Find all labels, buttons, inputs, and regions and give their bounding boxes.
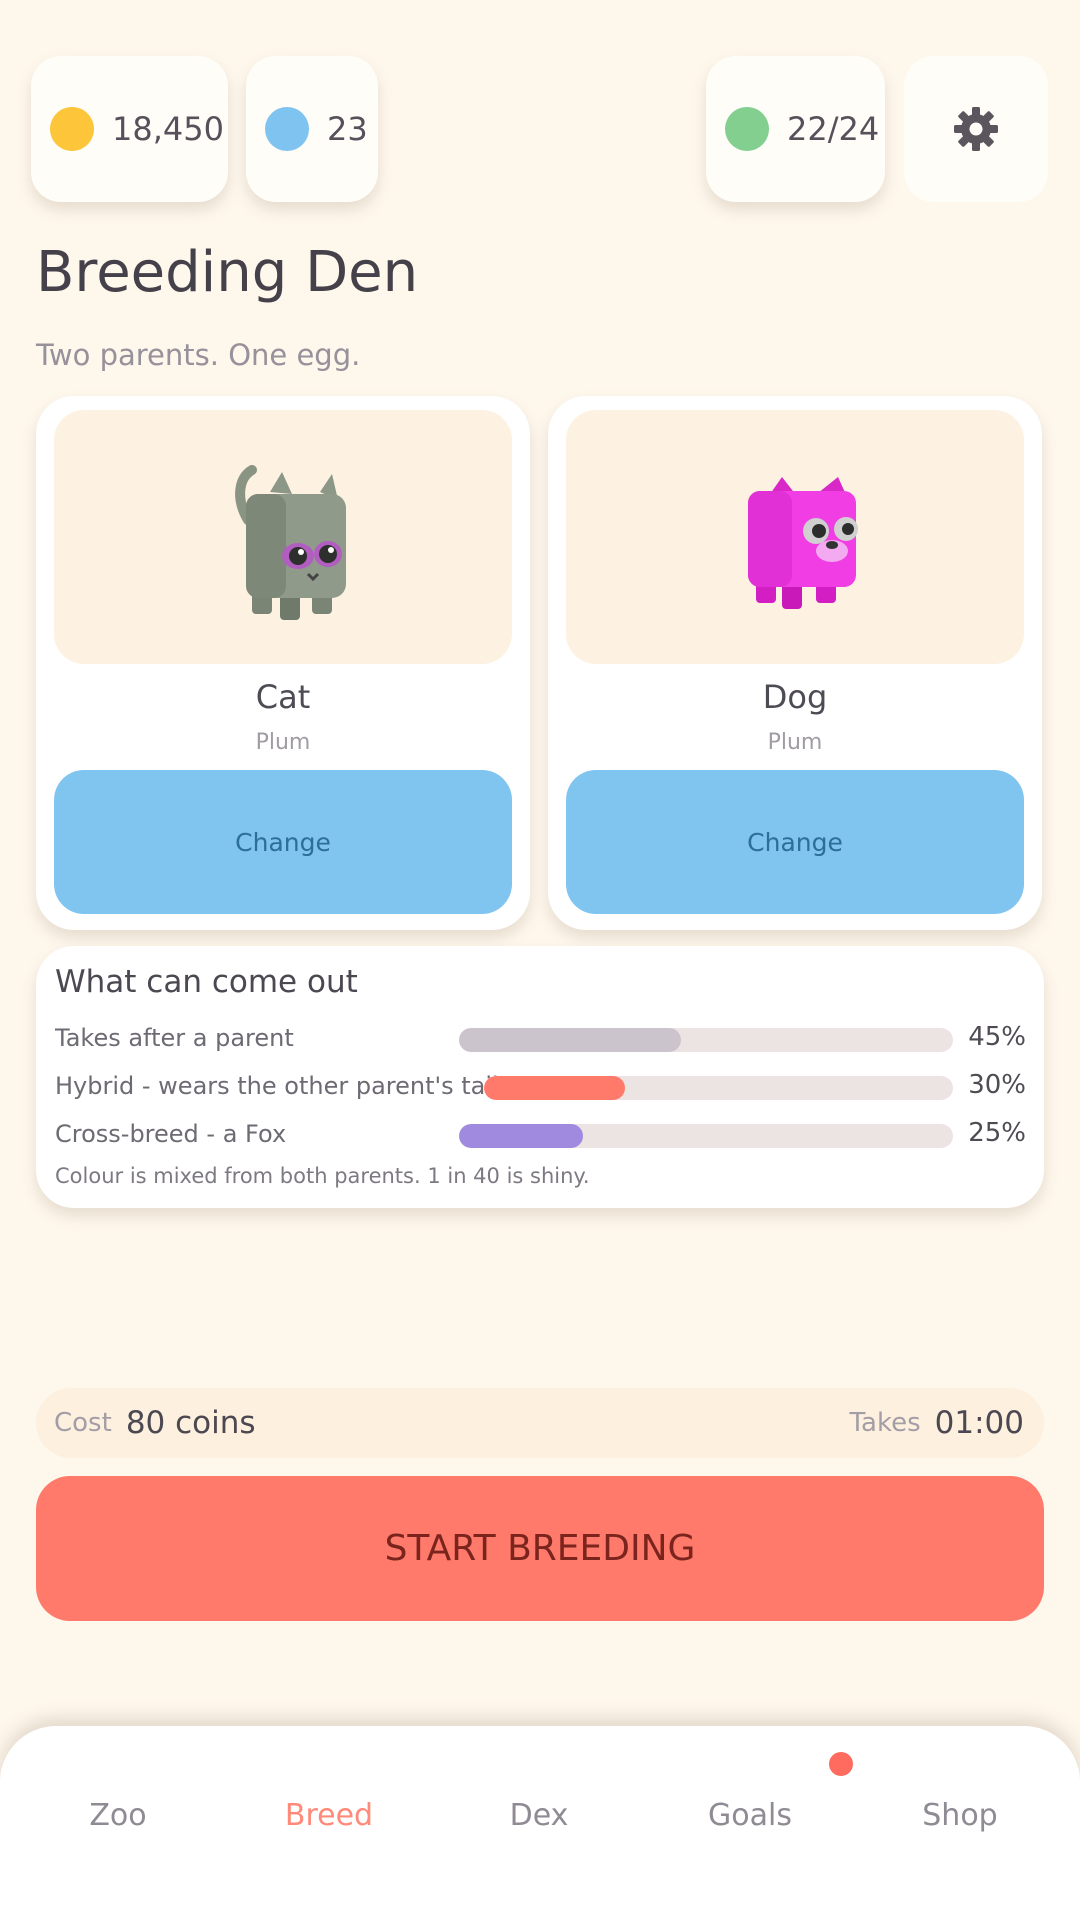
- start-breeding-button[interactable]: START BREEDING: [36, 1476, 1044, 1621]
- parent-card-right: Dog Plum Change: [548, 396, 1042, 930]
- odds-percent: 30%: [968, 1070, 1026, 1100]
- odds-progress-fill: [459, 1028, 682, 1052]
- gear-icon: [954, 107, 998, 151]
- settings-button[interactable]: [904, 56, 1048, 202]
- odds-title: What can come out: [55, 964, 358, 1000]
- change-parent-right-button[interactable]: Change: [566, 770, 1024, 914]
- pets-value: 22/24: [787, 110, 880, 148]
- parent-colour: Plum: [255, 730, 311, 755]
- gems-counter[interactable]: 23: [246, 56, 378, 202]
- parent-portrait[interactable]: [54, 410, 512, 664]
- nav-item-zoo[interactable]: Zoo: [18, 1798, 218, 1833]
- odds-progress-track: [484, 1076, 953, 1100]
- odds-label: Hybrid - wears the other parent's tail: [55, 1072, 499, 1100]
- cat-figure-icon: [235, 464, 346, 620]
- nav-item-goals[interactable]: Goals: [650, 1798, 850, 1833]
- odds-percent: 45%: [968, 1022, 1026, 1052]
- outcome-odds-card: What can come out Takes after a parent 4…: [36, 946, 1044, 1208]
- odds-note: Colour is mixed from both parents. 1 in …: [55, 1164, 590, 1188]
- page-subtitle: Two parents. One egg.: [36, 338, 361, 372]
- odds-row-hybrid: Hybrid - wears the other parent's tail 3…: [55, 1066, 1026, 1106]
- page-title: Breeding Den: [36, 240, 419, 305]
- nav-item-dex[interactable]: Dex: [439, 1798, 639, 1833]
- time-label: Takes: [849, 1408, 921, 1438]
- cost-label: Cost: [54, 1408, 112, 1438]
- bottom-nav: Zoo Breed Dex Goals Shop: [0, 1726, 1080, 1920]
- odds-percent: 25%: [968, 1118, 1026, 1148]
- pet-count-icon: [725, 107, 769, 151]
- gems-value: 23: [327, 110, 368, 148]
- odds-row-crossbreed: Cross-breed - a Fox 25%: [55, 1114, 1026, 1154]
- gem-icon: [265, 107, 309, 151]
- parent-colour: Plum: [767, 730, 823, 755]
- coins-value: 18,450: [112, 110, 224, 148]
- nav-item-shop[interactable]: Shop: [860, 1798, 1060, 1833]
- parent-species: Cat: [255, 678, 311, 716]
- coin-icon: [50, 107, 94, 151]
- cost-bar: Cost 80 coins Takes 01:00: [36, 1388, 1044, 1458]
- dog-figure-icon: [748, 477, 858, 609]
- time-value: 01:00: [934, 1405, 1024, 1441]
- parent-portrait[interactable]: [566, 410, 1024, 664]
- parent-card-left: Cat Plum Change: [36, 396, 530, 930]
- odds-progress-fill: [484, 1076, 625, 1100]
- notification-dot: [829, 1752, 853, 1776]
- nav-item-breed[interactable]: Breed: [229, 1798, 429, 1833]
- odds-label: Takes after a parent: [55, 1024, 294, 1052]
- pets-counter[interactable]: 22/24: [706, 56, 885, 202]
- parent-species: Dog: [762, 678, 828, 716]
- odds-row-parent: Takes after a parent 45%: [55, 1018, 1026, 1058]
- coins-counter[interactable]: 18,450: [31, 56, 228, 202]
- odds-progress-fill: [459, 1124, 583, 1148]
- cost-value: 80 coins: [125, 1405, 256, 1441]
- odds-progress-track: [459, 1028, 953, 1052]
- odds-progress-track: [459, 1124, 953, 1148]
- change-parent-left-button[interactable]: Change: [54, 770, 512, 914]
- odds-label: Cross-breed - a Fox: [55, 1120, 287, 1148]
